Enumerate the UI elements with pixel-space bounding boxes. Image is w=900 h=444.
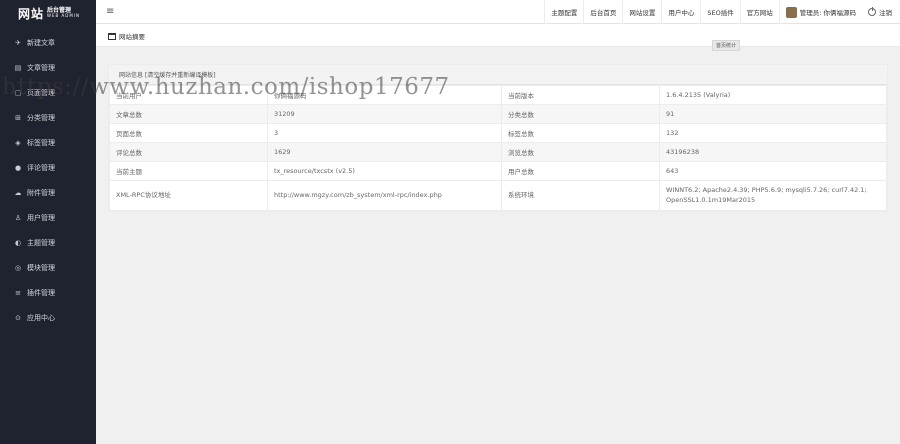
theme-icon: ◐ xyxy=(14,238,22,247)
panel-title[interactable]: 网站信息 [清空缓存并重新编译模板] xyxy=(109,65,887,85)
sidebar-item-users[interactable]: ♙ 用户管理 xyxy=(0,205,96,230)
document-icon: ▤ xyxy=(14,63,22,72)
tab-admin-home[interactable]: 后台首页 xyxy=(583,0,622,24)
table-row: 页面总数 3 标签总数 132 xyxy=(109,123,887,143)
tag-icon: ◈ xyxy=(15,138,21,147)
menu-toggle-icon[interactable]: ≡ xyxy=(106,6,114,17)
site-info-panel: 网站信息 [清空缓存并重新编译模板] 当前用户 你俩福源码 当前版本 1.6.4… xyxy=(108,64,888,212)
table-row: XML-RPC协议地址 http://www.mgzy.com/zb_syste… xyxy=(109,180,887,211)
tooltip: 首页统计 xyxy=(712,40,741,51)
sidebar-item-label: 应用中心 xyxy=(27,313,55,322)
tab-seo-plugin[interactable]: SEO插件 xyxy=(700,0,739,24)
sidebar: 网站 后台管理 WEB ADMIN ✈ 新建文章 ▤ 文章管理 ▢ 页面管理 ⊞ 分类管… xyxy=(0,0,96,444)
sidebar-item-label: 主题管理 xyxy=(27,238,55,247)
sidebar-item-categories[interactable]: ⊞ 分类管理 xyxy=(0,105,96,130)
table-cell: 1.6.4.2135 (Valyria) xyxy=(659,85,887,105)
table-cell: http://www.mgzy.com/zb_system/xml-rpc/in… xyxy=(267,180,502,211)
site-info-table: 当前用户 你俩福源码 当前版本 1.6.4.2135 (Valyria) 文章总… xyxy=(109,85,887,211)
category-icon: ⊞ xyxy=(15,113,21,122)
logo[interactable]: 网站 后台管理 WEB ADMIN xyxy=(0,0,96,26)
sidebar-item-label: 用户管理 xyxy=(27,213,55,222)
table-cell: 标签总数 xyxy=(501,123,660,143)
sidebar-item-label: 文章管理 xyxy=(27,63,55,72)
sidebar-item-attachments[interactable]: ☁ 附件管理 xyxy=(0,180,96,205)
table-cell: 3 xyxy=(267,123,502,143)
breadcrumb[interactable]: 网站摘要 xyxy=(108,31,145,41)
table-cell: 91 xyxy=(659,104,887,124)
table-cell: XML-RPC协议地址 xyxy=(109,180,268,211)
power-icon xyxy=(868,7,876,16)
comment-icon: ● xyxy=(14,163,22,172)
tab-official-site[interactable]: 官方网站 xyxy=(739,0,779,24)
page-icon: ▢ xyxy=(14,88,22,97)
table-cell: 文章总数 xyxy=(109,104,268,124)
table-cell: 你俩福源码 xyxy=(267,85,502,105)
table-cell: 分类总数 xyxy=(501,104,660,124)
table-cell: 31209 xyxy=(267,104,502,124)
user-icon: ♙ xyxy=(14,213,22,222)
logout-button[interactable]: 注销 xyxy=(862,0,900,24)
sidebar-item-tags[interactable]: ◈ 标签管理 xyxy=(0,130,96,155)
sidebar-item-articles[interactable]: ▤ 文章管理 xyxy=(0,55,96,80)
table-cell: 系统环境 xyxy=(501,180,660,211)
breadcrumb-bar: 网站摘要 首页统计 xyxy=(96,24,900,51)
plugin-icon: ≡ xyxy=(15,288,21,297)
sidebar-item-plugins[interactable]: ≡ 插件管理 xyxy=(0,280,96,305)
cloud-icon: ☁ xyxy=(14,188,22,197)
breadcrumb-label: 网站摘要 xyxy=(119,33,145,41)
module-icon: ◎ xyxy=(14,263,22,272)
sidebar-item-pages[interactable]: ▢ 页面管理 xyxy=(0,80,96,105)
sidebar-item-comments[interactable]: ● 评论管理 xyxy=(0,155,96,180)
sidebar-item-app-center[interactable]: ⊙ 应用中心 xyxy=(0,305,96,330)
table-cell: 1629 xyxy=(267,142,502,162)
sidebar-item-modules[interactable]: ◎ 模块管理 xyxy=(0,255,96,280)
avatar xyxy=(785,6,797,18)
main-content: 网站信息 [清空缓存并重新编译模板] 当前用户 你俩福源码 当前版本 1.6.4… xyxy=(96,52,900,444)
logout-label: 注销 xyxy=(879,9,892,17)
table-cell: 当前版本 xyxy=(501,85,660,105)
sidebar-item-label: 插件管理 xyxy=(27,288,55,297)
sidebar-item-label: 页面管理 xyxy=(27,88,55,97)
table-cell: 43196238 xyxy=(659,142,887,162)
tab-site-settings[interactable]: 网站设置 xyxy=(622,0,661,24)
top-bar: ≡ 主题配置 后台首页 网站设置 用户中心 SEO插件 官方网站 管理员: 你俩… xyxy=(96,0,900,24)
sidebar-item-label: 附件管理 xyxy=(27,188,55,197)
table-row: 当前主题 tx_resource/txcstx (v2.5) 用户总数 643 xyxy=(109,161,887,181)
table-cell: 643 xyxy=(659,161,887,181)
top-nav: 主题配置 后台首页 网站设置 用户中心 SEO插件 官方网站 管理员: 你俩福源… xyxy=(544,0,900,24)
table-cell: 评论总数 xyxy=(109,142,268,162)
table-cell: WINNT6.2; Apache2.4.39; PHP5.6.9; mysqli… xyxy=(659,180,887,211)
logo-main-text: 网站 xyxy=(18,6,45,21)
sidebar-item-label: 新建文章 xyxy=(27,38,55,47)
tab-user-center[interactable]: 用户中心 xyxy=(661,0,700,24)
sidebar-item-label: 标签管理 xyxy=(27,138,55,147)
sidebar-item-label: 评论管理 xyxy=(27,163,55,172)
table-row: 评论总数 1629 浏览总数 43196238 xyxy=(109,142,887,162)
table-cell: 当前用户 xyxy=(109,85,268,105)
paper-plane-icon: ✈ xyxy=(15,38,21,47)
sidebar-item-new-article[interactable]: ✈ 新建文章 xyxy=(0,30,96,55)
table-cell: 浏览总数 xyxy=(501,142,660,162)
logo-sub-en: WEB ADMIN xyxy=(47,13,80,19)
user-label: 管理员: 你俩福源码 xyxy=(799,9,856,17)
table-cell: tx_resource/txcstx (v2.5) xyxy=(267,161,502,181)
sidebar-item-themes[interactable]: ◐ 主题管理 xyxy=(0,230,96,255)
table-cell: 当前主题 xyxy=(109,161,268,181)
table-row: 当前用户 你俩福源码 当前版本 1.6.4.2135 (Valyria) xyxy=(109,85,887,105)
app-icon: ⊙ xyxy=(15,313,21,322)
table-cell: 页面总数 xyxy=(109,123,268,143)
table-row: 文章总数 31209 分类总数 91 xyxy=(109,104,887,124)
sidebar-nav: ✈ 新建文章 ▤ 文章管理 ▢ 页面管理 ⊞ 分类管理 ◈ 标签管理 ● 评论管理 ☁ 附件管… xyxy=(0,30,96,330)
table-cell: 132 xyxy=(659,123,887,143)
table-cell: 用户总数 xyxy=(501,161,660,181)
sidebar-item-label: 模块管理 xyxy=(27,263,55,272)
user-menu[interactable]: 管理员: 你俩福源码 xyxy=(778,0,862,24)
sidebar-item-label: 分类管理 xyxy=(27,113,55,122)
calendar-icon xyxy=(108,32,116,40)
tab-theme-config[interactable]: 主题配置 xyxy=(544,0,583,24)
